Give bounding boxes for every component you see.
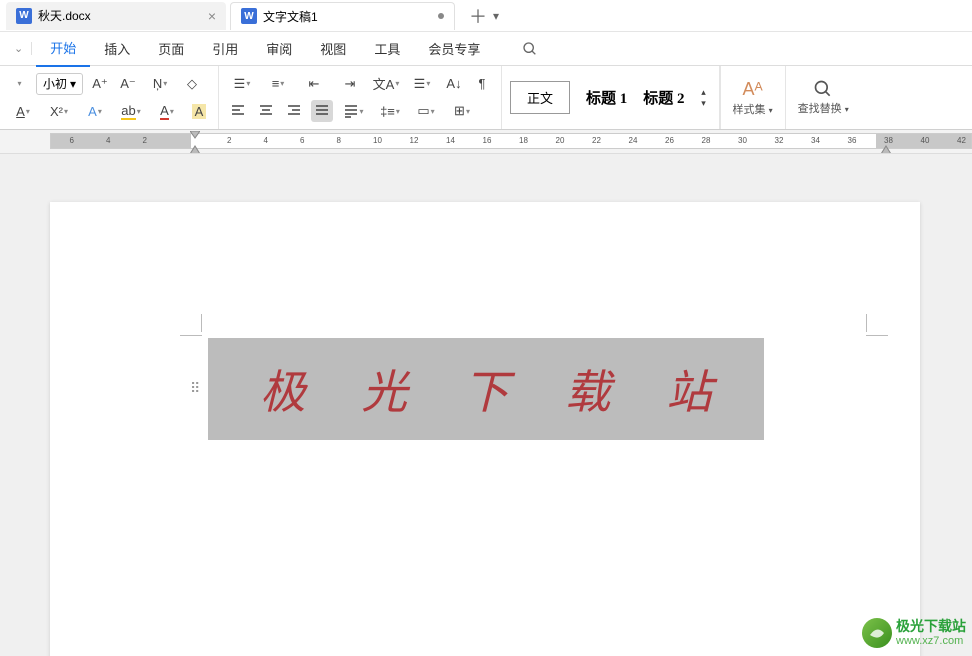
font-family-dropdown[interactable]: ▾ — [8, 73, 30, 95]
tab-bar: W 秋天.docx × W 文字文稿1 ＋ ▾ — [0, 0, 972, 32]
menu-page[interactable]: 页面 — [144, 31, 198, 66]
change-case-button[interactable]: Ņ▾ — [145, 73, 175, 95]
indent-marker-top[interactable] — [190, 131, 200, 139]
tab-doc-1[interactable]: W 秋天.docx × — [6, 2, 226, 30]
paragraph-drag-handle[interactable]: ⠿ — [190, 380, 200, 397]
text-direction-button[interactable]: 文A▾ — [371, 73, 401, 95]
menu-search-button[interactable] — [514, 37, 546, 61]
char: 下 — [463, 356, 509, 422]
unsaved-dot-icon — [438, 13, 444, 19]
menu-view[interactable]: 视图 — [306, 31, 360, 66]
sort-button[interactable]: A↓ — [443, 73, 465, 95]
menu-bar: ⌄ 开始 插入 页面 引用 审阅 视图 工具 会员专享 — [0, 32, 972, 66]
watermark-title: 极光下载站 — [896, 618, 966, 635]
borders-button[interactable]: ⊞▾ — [447, 100, 477, 122]
bullets-button[interactable]: ☰▾ — [227, 73, 257, 95]
margin-corner-icon — [866, 314, 888, 336]
right-indent-marker[interactable] — [881, 144, 891, 154]
find-replace-button[interactable]: 查找替换 ▾ — [785, 66, 861, 129]
selected-text[interactable]: 极 光 下 载 站 — [208, 338, 764, 440]
margin-corner-icon — [180, 314, 202, 336]
underline-button[interactable]: A▾ — [8, 100, 38, 122]
style-set-button[interactable]: Aᴬ 样式集 ▾ — [720, 66, 785, 129]
char: 站 — [666, 356, 712, 422]
font-color-button[interactable]: A▾ — [152, 100, 182, 122]
styles-scroll[interactable]: ▴▾ — [693, 87, 715, 109]
tab-label: 秋天.docx — [38, 7, 91, 24]
style-heading2[interactable]: 标题 2 — [635, 81, 692, 114]
word-doc-icon: W — [16, 8, 32, 24]
decrease-font-button[interactable]: A⁻ — [117, 73, 139, 95]
text-effects-button[interactable]: A▾ — [80, 100, 110, 122]
char: 光 — [361, 356, 407, 422]
menu-tools[interactable]: 工具 — [360, 31, 414, 66]
word-doc-icon: W — [241, 8, 257, 24]
align-distribute-button[interactable]: ☰▾ — [407, 73, 437, 95]
numbering-button[interactable]: ≡▾ — [263, 73, 293, 95]
font-size-dropdown[interactable]: 小初▾ — [36, 73, 83, 95]
show-marks-button[interactable]: ¶ — [471, 73, 493, 95]
align-justify-button[interactable] — [311, 100, 333, 122]
menu-vip[interactable]: 会员专享 — [414, 31, 494, 66]
document-canvas[interactable]: ⠿ 极 光 下 载 站 — [0, 154, 972, 656]
align-center-button[interactable] — [255, 100, 277, 122]
ruler[interactable]: 6422468101214161820222426283032343638404… — [0, 130, 972, 154]
indent-marker-bottom[interactable] — [190, 144, 200, 154]
style-set-icon: Aᴬ — [743, 79, 763, 100]
tab-menu-button[interactable]: ▾ — [493, 9, 499, 23]
char: 载 — [565, 356, 611, 422]
collapse-menu-icon[interactable]: ⌄ — [6, 42, 32, 55]
align-left-button[interactable] — [227, 100, 249, 122]
style-normal[interactable]: 正文 — [510, 81, 570, 114]
add-tab-button[interactable]: ＋ — [469, 3, 487, 29]
shading-fill-button[interactable]: ▭▾ — [411, 100, 441, 122]
menu-ref[interactable]: 引用 — [198, 31, 252, 66]
menu-start[interactable]: 开始 — [36, 30, 90, 67]
align-right-button[interactable] — [283, 100, 305, 122]
tab-label: 文字文稿1 — [263, 8, 318, 25]
toolbar: ▾ 小初▾ A⁺ A⁻ Ņ▾ ◇ A▾ X²▾ A▾ ab▾ A▾ A ☰▾ ≡… — [0, 66, 972, 130]
menu-review[interactable]: 审阅 — [252, 31, 306, 66]
tab-doc-2[interactable]: W 文字文稿1 — [230, 2, 455, 30]
char: 极 — [260, 356, 306, 422]
superscript-button[interactable]: X²▾ — [44, 100, 74, 122]
highlight-button[interactable]: ab▾ — [116, 100, 146, 122]
close-icon[interactable]: × — [208, 8, 216, 24]
shading-button[interactable]: A — [188, 100, 210, 122]
watermark: 极光下载站 www.xz7.com — [862, 618, 966, 648]
decrease-indent-button[interactable]: ⇤ — [299, 73, 329, 95]
clear-format-button[interactable]: ◇ — [181, 73, 203, 95]
increase-font-button[interactable]: A⁺ — [89, 73, 111, 95]
menu-insert[interactable]: 插入 — [90, 31, 144, 66]
watermark-logo-icon — [862, 618, 892, 648]
watermark-url: www.xz7.com — [896, 635, 966, 648]
align-distributed-button[interactable]: ▾ — [339, 100, 369, 122]
style-heading1[interactable]: 标题 1 — [578, 81, 635, 114]
line-spacing-button[interactable]: ‡≡▾ — [375, 100, 405, 122]
page: ⠿ 极 光 下 载 站 — [50, 202, 920, 656]
increase-indent-button[interactable]: ⇥ — [335, 73, 365, 95]
search-icon — [813, 79, 833, 99]
